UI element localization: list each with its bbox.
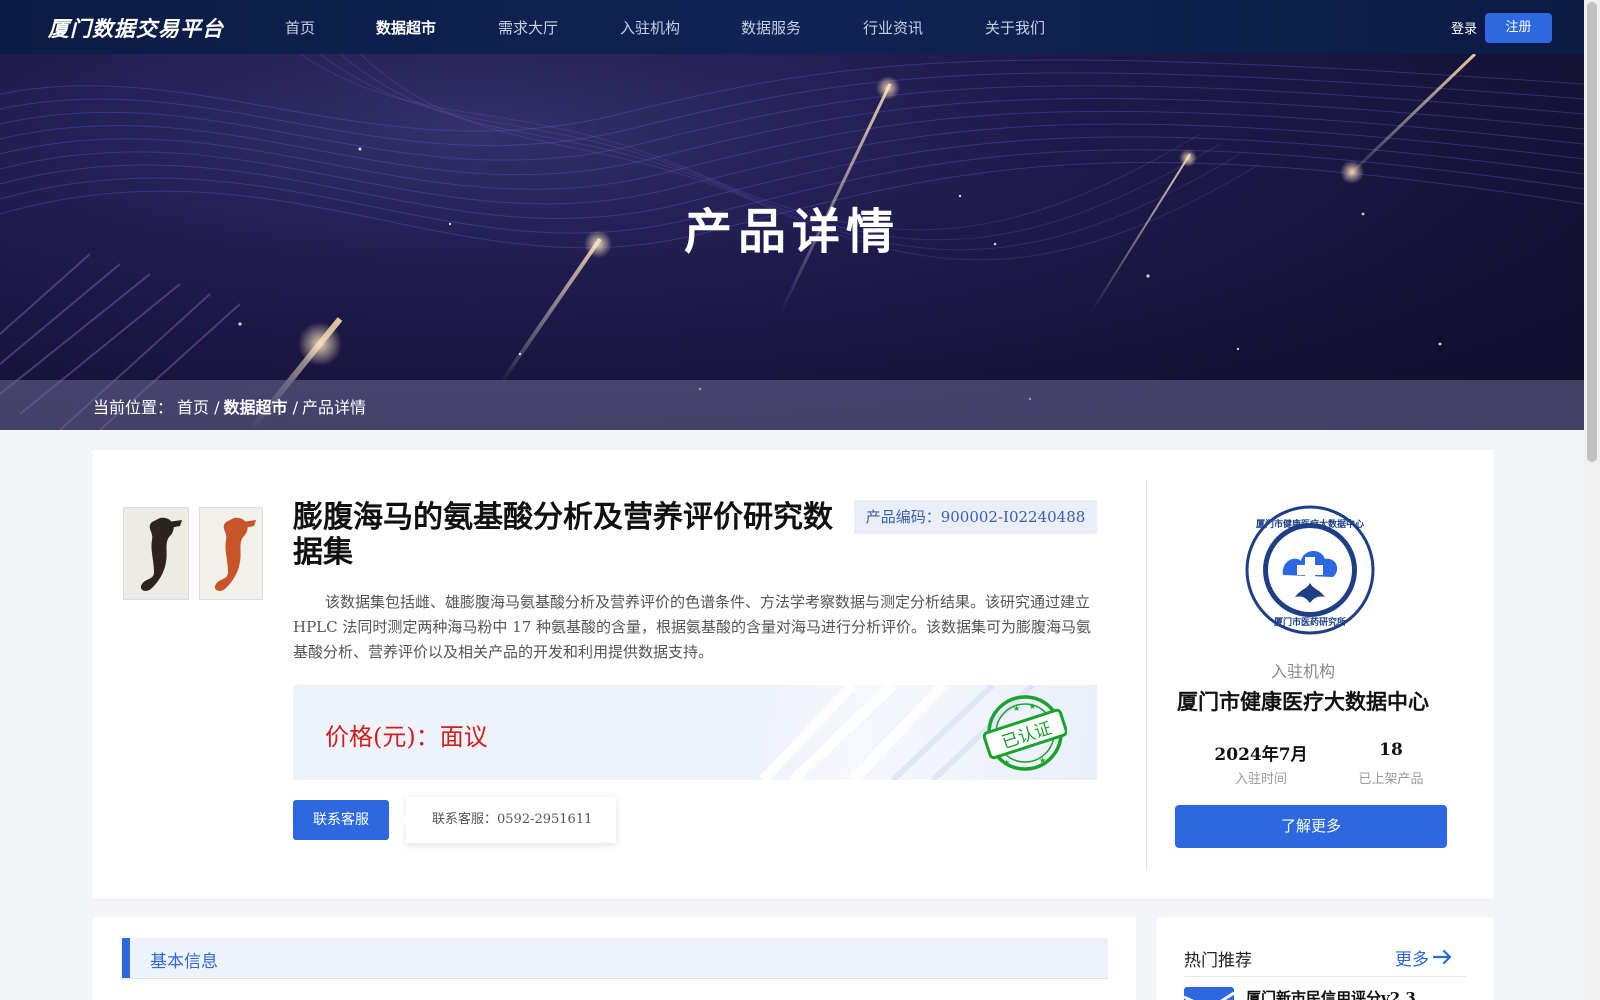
breadcrumb-current: 产品详情 [302,398,367,417]
org-emblem-bottom-text: 厦门市医药研究所 [1274,616,1346,628]
stamp-star: ★ [1039,756,1046,765]
seahorse-dark-illustration [140,517,182,591]
breadcrumb-separator: / [214,398,220,417]
product-description: 该数据集包括雌、雄膨腹海马氨基酸分析及营养评价的色谱条件、方法学考察数据与测定分… [293,593,1092,661]
product-image-red-seahorse[interactable] [199,507,263,600]
breadcrumb-home[interactable]: 首页 [177,398,209,417]
price-box: 价格(元)：面议 ★ ★ ★ ★ 已认证 [293,685,1097,780]
product-title: 膨腹海马的氨基酸分析及营养评价研究数据集 [293,500,833,570]
nav-item-institutions[interactable]: 入驻机构 [620,17,680,38]
basic-info-title: 基本信息 [150,952,218,972]
org-joined-value: 2024年7月 [1214,745,1308,765]
hot-recommendations-title: 热门推荐 [1184,951,1252,971]
basic-info-header: 基本信息 [122,938,1108,978]
banner-title: 产品详情 [683,204,900,260]
scrollbar-thumb[interactable] [1587,2,1597,462]
seahorse-red-illustration [214,517,256,591]
nav-item-data-market[interactable]: 数据超市 [376,17,436,38]
hot-recommendations-card: 热门推荐 更多 厦门新市民信用评分v2.3 [1157,917,1493,1000]
section-divider [122,978,1108,979]
stamp-star: ★ [1029,702,1036,711]
nav-item-home[interactable]: 首页 [285,17,315,38]
org-joined-label: 入驻时间 [1234,772,1287,787]
contact-support-tooltip: 联系客服：0592-2951611 [400,797,616,843]
hot-divider [1184,976,1466,977]
org-role-label: 入驻机构 [1270,662,1335,681]
nav-item-demand-hall[interactable]: 需求大厅 [498,17,558,38]
org-name[interactable]: 厦门市健康医疗大数据中心 [1153,686,1453,716]
hot-item-thumbnail[interactable] [1184,987,1234,1000]
nav-item-about-us[interactable]: 关于我们 [985,17,1045,38]
org-products-label: 已上架产品 [1358,772,1424,787]
breadcrumb-data-market[interactable]: 数据超市 [224,398,288,417]
nav-item-data-services[interactable]: 数据服务 [741,17,801,38]
breadcrumb-separator: / [292,398,299,417]
org-emblem-icon: 厦门市健康医疗大数据中心 厦门市医药研究所 [1245,505,1375,635]
breadcrumb-prefix: 当前位置： [93,398,174,417]
hot-more-link[interactable]: 更多 [1395,945,1429,970]
contact-support-button[interactable]: 联系客服 [293,800,389,840]
basic-info-card: 基本信息 [93,917,1136,1000]
vertical-divider [1146,480,1147,870]
product-code-label: 产品编码： [865,508,941,526]
product-detail-card: 膨腹海马的氨基酸分析及营养评价研究数据集 产品编码：900002-I022404… [93,450,1493,898]
product-image-dark-seahorse[interactable] [123,507,189,600]
org-logo[interactable]: 厦门市健康医疗大数据中心 厦门市医药研究所 [1245,505,1375,639]
stamp-star: ★ [1003,758,1010,767]
product-code-value: 900002-I02240488 [940,508,1086,526]
price-label: 价格(元)：面议 [325,723,488,751]
page-scrollbar[interactable] [1584,0,1600,1000]
arrow-right-icon[interactable] [1432,949,1453,969]
org-products-count: 18 [1379,740,1403,760]
stamp-star: ★ [1013,704,1020,713]
breadcrumb-bar: 当前位置： 首页 / 数据超市 / 产品详情 [0,380,1584,430]
login-link[interactable]: 登录 [1451,18,1477,37]
breadcrumb: 当前位置： 首页 / 数据超市 / 产品详情 [93,394,370,418]
org-emblem-top-text: 厦门市健康医疗大数据中心 [1256,518,1364,530]
nav-item-industry-news[interactable]: 行业资讯 [863,17,923,38]
site-logo[interactable]: 厦门数据交易平台 [48,13,224,43]
hot-item-title[interactable]: 厦门新市民信用评分v2.3 [1246,987,1416,1000]
register-button[interactable]: 注册 [1485,13,1552,43]
product-code-badge: 产品编码：900002-I02240488 [854,500,1097,534]
top-navigation: 厦门数据交易平台 首页 数据超市 需求大厅 入驻机构 数据服务 行业资讯 关于我… [0,0,1584,54]
page-banner: 产品详情 [0,54,1584,430]
learn-more-button[interactable]: 了解更多 [1175,805,1447,848]
